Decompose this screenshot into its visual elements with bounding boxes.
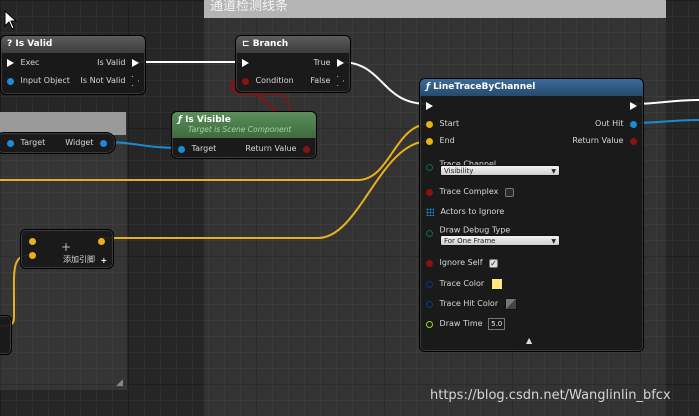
line-trace-start-pin[interactable]: Start [426, 118, 459, 130]
get-widget-widget-pin[interactable]: Widget [65, 137, 107, 149]
dropdown-arrow-icon: ▼ [551, 168, 556, 175]
exec-pin-icon [426, 101, 433, 110]
is-valid-exec-pin[interactable]: Exec [7, 57, 39, 69]
dropdown-arrow-icon: ▼ [551, 238, 556, 245]
offscreen-node[interactable] [0, 315, 12, 355]
is-visible-subtitle: Target is Scene Component [188, 125, 292, 134]
object-pin-icon [100, 139, 107, 147]
ignore-self-checkbox[interactable]: ✓ [489, 258, 499, 268]
is-valid-out-pin[interactable]: Is Valid [97, 57, 139, 69]
is-not-valid-pin[interactable]: Is Not Valid [81, 75, 139, 87]
watermark: https://blog.csdn.net/Wanglinlin_bfcx [430, 388, 671, 403]
exec-pin-hollow-icon [337, 76, 344, 86]
object-pin-icon [178, 145, 185, 153]
color-pin-icon [426, 280, 433, 288]
trace-channel-dropdown[interactable]: Visibility ▼ [440, 165, 560, 176]
enum-pin-icon [426, 164, 433, 171]
mouse-cursor-icon [4, 10, 18, 30]
line-trace-exec-in-pin[interactable] [426, 100, 433, 112]
is-valid-input-object-pin[interactable]: Input Object [7, 75, 70, 87]
object-pin-icon [7, 77, 14, 85]
is-visible-node[interactable]: ƒ Is Visible Target is Scene Component T… [171, 111, 317, 159]
line-trace-out-hit-pin[interactable]: Out Hit [595, 118, 637, 130]
is-valid-node[interactable]: ? Is Valid Exec Input Object Is Valid Is… [0, 35, 146, 95]
exec-pin-hollow-icon [132, 76, 139, 86]
line-trace-ignore-self-pin[interactable]: Ignore Self ✓ [426, 257, 499, 269]
trace-complex-checkbox[interactable] [504, 187, 514, 197]
is-visible-header: ƒ Is Visible Target is Scene Component [172, 112, 316, 138]
vector-pin-icon[interactable] [98, 238, 105, 245]
bool-pin-icon [426, 259, 433, 267]
bool-pin-icon [630, 137, 637, 145]
object-pin-icon [7, 139, 14, 147]
is-visible-return-pin[interactable]: Return Value [245, 143, 310, 155]
branch-exec-in-pin[interactable] [242, 57, 249, 69]
line-trace-complex-pin[interactable]: Trace Complex [426, 186, 514, 198]
branch-condition-pin[interactable]: Condition [242, 75, 294, 87]
line-trace-color-pin[interactable]: Trace Color [426, 278, 503, 290]
branch-false-pin[interactable]: False [310, 75, 344, 87]
is-visible-target-pin[interactable]: Target [178, 143, 216, 155]
vector-pin-icon[interactable] [29, 252, 36, 259]
line-trace-actors-ignore-pin[interactable]: Actors to Ignore [426, 206, 504, 218]
line-trace-node[interactable]: ƒ LineTraceByChannel Start Out Hit End R… [419, 78, 644, 352]
resize-grip-icon[interactable]: ◢ [116, 378, 126, 388]
branch-icon: ⊏ [242, 39, 253, 49]
line-trace-end-pin[interactable]: End [426, 135, 455, 147]
line-trace-hit-color-pin[interactable]: Trace Hit Color [426, 298, 517, 310]
exec-pin-icon [132, 59, 139, 67]
comment-title[interactable]: 通道检测线条 [204, 0, 666, 18]
vector-pin-icon[interactable] [29, 238, 36, 245]
trace-color-swatch[interactable] [490, 278, 503, 290]
collapse-arrow-icon[interactable]: ▲ [526, 336, 532, 345]
line-trace-exec-out-pin[interactable] [630, 100, 637, 112]
bool-pin-icon [303, 145, 310, 153]
trace-hit-color-swatch[interactable] [504, 298, 517, 310]
line-trace-draw-time-pin[interactable]: Draw Time 5.0 [426, 318, 506, 330]
branch-true-pin[interactable]: True [313, 57, 344, 69]
array-pin-icon [426, 208, 434, 216]
exec-pin-icon [7, 59, 14, 67]
function-icon: ƒ [426, 82, 434, 92]
line-trace-return-pin[interactable]: Return Value [572, 135, 637, 147]
add-icon: + [100, 255, 108, 265]
get-widget-target-pin[interactable]: Target [7, 137, 45, 149]
function-icon: ƒ [178, 115, 186, 125]
make-vector-node[interactable]: + 添加引脚 + [20, 229, 114, 269]
branch-node[interactable]: ⊏ Branch Condition True False [235, 35, 351, 93]
add-pin-button[interactable]: 添加引脚 + [63, 254, 107, 266]
exec-pin-icon [630, 101, 637, 110]
branch-header: ⊏ Branch [236, 36, 350, 53]
line-trace-header: ƒ LineTraceByChannel [420, 79, 643, 96]
get-widget-node[interactable]: Target Widget [0, 132, 116, 154]
struct-pin-icon [630, 120, 637, 128]
enum-pin-icon [426, 230, 433, 237]
exec-pin-icon [337, 59, 344, 67]
bool-pin-icon [242, 77, 249, 85]
float-pin-icon [426, 320, 433, 328]
is-valid-header: ? Is Valid [1, 36, 145, 53]
bool-pin-icon [426, 188, 433, 196]
color-pin-icon [426, 300, 433, 308]
draw-debug-type-dropdown[interactable]: For One Frame ▼ [440, 235, 560, 246]
plus-icon: + [61, 240, 72, 254]
exec-pin-icon [242, 58, 249, 67]
vector-pin-icon [426, 120, 433, 128]
vector-pin-icon [426, 137, 433, 145]
draw-time-input[interactable]: 5.0 [488, 318, 506, 330]
